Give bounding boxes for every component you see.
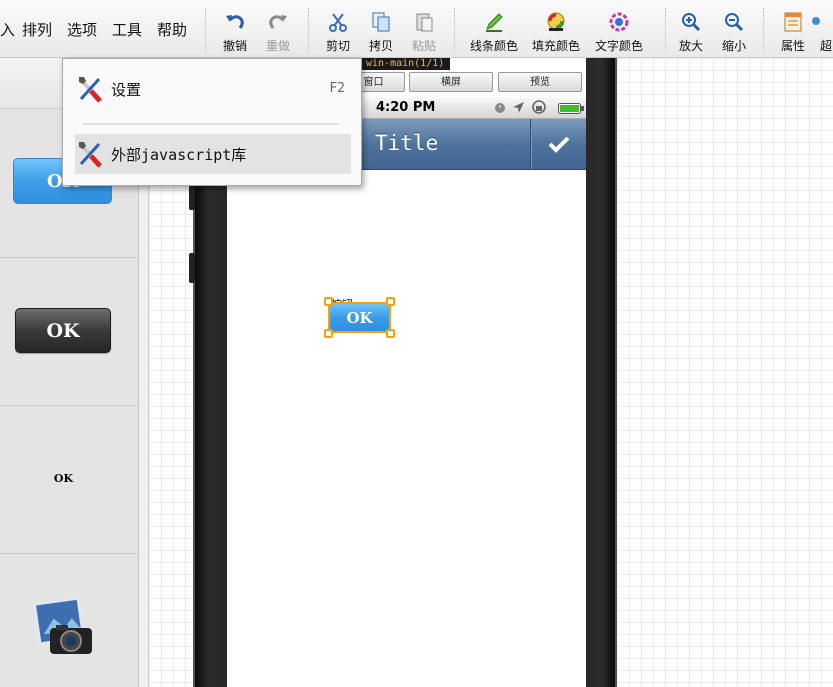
menu-item-settings[interactable]: 设置 F2 <box>75 69 351 109</box>
resize-handle[interactable] <box>324 297 333 306</box>
menu-item-label: 设置 <box>111 81 142 99</box>
camera-icon[interactable] <box>34 598 94 658</box>
menu-tools[interactable]: 工具 <box>112 19 142 40</box>
menu-help[interactable]: 帮助 <box>157 19 187 40</box>
text-color-button[interactable]: 文字颜色 <box>594 8 644 56</box>
toolbar-separator <box>763 8 765 52</box>
fill-color-button[interactable]: 填充颜色 <box>531 8 581 56</box>
redo-icon <box>269 15 287 29</box>
nav-done-button[interactable] <box>530 119 587 169</box>
menu-insert[interactable]: 入 <box>0 19 15 40</box>
menu-options[interactable]: 选项 <box>67 19 97 40</box>
tools-icon <box>78 142 102 168</box>
menu-separator <box>83 123 339 125</box>
status-time: 4:20 PM <box>376 100 436 115</box>
resize-handle[interactable] <box>386 329 395 338</box>
pencil-icon <box>486 13 503 32</box>
zoom-in-icon <box>682 13 701 32</box>
paste-icon <box>416 13 433 32</box>
nav-title: Title <box>375 131 439 155</box>
tab-landscape[interactable]: 横屏 <box>409 72 493 92</box>
text-color-label: 文字颜色 <box>594 39 643 53</box>
selected-ok-button[interactable]: OK <box>330 304 389 331</box>
tools-icon <box>78 77 102 103</box>
zoom-out-icon <box>725 13 744 32</box>
menu-item-external-js-library[interactable]: 外部javascript库 <box>75 134 351 174</box>
phone-side-button <box>189 253 195 283</box>
redo-button[interactable]: 重做 <box>253 8 303 56</box>
ios-status-bar: 4:20 PM <box>362 98 586 119</box>
toolbar-separator <box>454 8 456 52</box>
clock-icon <box>495 103 505 113</box>
link-icon <box>812 17 820 25</box>
toolbar-separator <box>205 8 207 52</box>
color-wheel-icon <box>609 12 629 32</box>
palette-dark-button[interactable]: OK <box>15 308 111 353</box>
redo-label: 重做 <box>265 39 290 53</box>
paste-label: 粘贴 <box>411 39 436 53</box>
location-arrow-icon <box>513 102 524 113</box>
ios-nav-bar: Title <box>362 119 586 170</box>
toolbar-separator <box>308 8 310 52</box>
zoom-out-label: 缩小 <box>721 39 746 53</box>
menu-item-label: 外部javascript库 <box>111 146 247 164</box>
paste-button[interactable]: 粘贴 <box>399 8 449 56</box>
hyperlink-button[interactable]: 超 <box>806 8 833 56</box>
palette-text-label[interactable]: OK <box>0 472 127 485</box>
menu-item-shortcut: F2 <box>329 81 345 96</box>
rotation-lock-icon <box>532 100 546 114</box>
phone-side-button <box>189 185 195 210</box>
checkmark-icon <box>548 136 570 153</box>
undo-icon <box>226 15 244 29</box>
resize-handle[interactable] <box>386 297 395 306</box>
line-color-button[interactable]: 线条颜色 <box>469 8 519 56</box>
resize-handle[interactable] <box>324 329 333 338</box>
copy-icon <box>372 12 390 32</box>
scissors-icon <box>329 13 347 32</box>
line-color-label: 线条颜色 <box>469 39 518 53</box>
paint-bucket-icon <box>547 12 565 31</box>
zoom-out-button[interactable]: 缩小 <box>709 8 759 56</box>
hyperlink-label: 超 <box>820 39 833 53</box>
window-label: win-main(1/1) <box>360 58 451 70</box>
properties-icon <box>784 12 802 32</box>
menu-arrange[interactable]: 排列 <box>22 19 52 40</box>
battery-icon <box>558 103 584 114</box>
tools-dropdown-menu: 设置 F2 外部javascript库 <box>62 58 362 186</box>
tab-preview[interactable]: 预览 <box>498 72 582 92</box>
top-toolbar: 入 排列 选项 工具 帮助 撤销 重做 剪切 拷贝 粘贴 线条颜色 填充颜色 文… <box>0 0 833 58</box>
fill-color-label: 填充颜色 <box>531 39 580 53</box>
